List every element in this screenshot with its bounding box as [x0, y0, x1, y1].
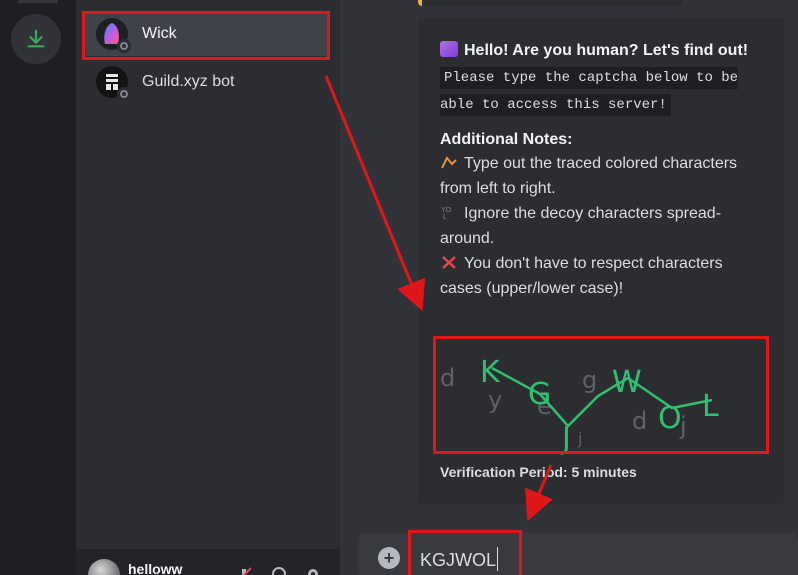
- rail-separator: [18, 0, 58, 3]
- decoy-letters-icon: YOL: [441, 207, 452, 220]
- dm-item-guild-xyz-bot[interactable]: Guild.xyz bot: [84, 60, 330, 104]
- settings-gear-icon[interactable]: [304, 565, 322, 575]
- download-apps-button[interactable]: [11, 14, 61, 64]
- guild-avatar: [96, 66, 131, 101]
- note-item: YO L Ignore the decoy characters spread-ar…: [440, 205, 722, 247]
- server-rail: [0, 0, 76, 575]
- note-item: Type out the traced colored characters f…: [440, 155, 738, 197]
- annotation-box-input: [408, 530, 522, 575]
- previous-embed: [418, 0, 682, 6]
- embed-title: Hello! Are you human? Let's find out!: [440, 38, 764, 63]
- annotation-box-wick: [82, 11, 330, 60]
- verification-period: Verification Period: 5 minutes: [440, 464, 637, 480]
- dm-name: Guild.xyz bot: [142, 73, 235, 90]
- chat-area: Hello! Are you human? Let's find out! Pl…: [340, 0, 798, 575]
- notes-heading: Additional Notes:: [440, 131, 573, 148]
- traced-path-icon: [441, 156, 457, 169]
- heart-letter-icon: [440, 41, 458, 57]
- note-item: You don't have to respect characters cas…: [440, 255, 723, 297]
- user-avatar[interactable]: [88, 559, 120, 575]
- annotation-box-captcha: [433, 336, 769, 454]
- svg-text:YO: YO: [441, 207, 452, 214]
- add-attachment-icon[interactable]: +: [378, 547, 400, 569]
- embed-code-block: Please type the captcha below to be able…: [440, 65, 764, 119]
- user-panel: helloww: [76, 549, 340, 575]
- headphones-icon[interactable]: [270, 565, 288, 575]
- cross-mark-icon: [442, 256, 456, 269]
- svg-text:L: L: [443, 214, 447, 220]
- offline-status-icon: [117, 87, 131, 101]
- mute-icon[interactable]: [236, 565, 254, 575]
- username: helloww: [128, 561, 183, 575]
- direct-messages-list: Wick Guild.xyz bot: [76, 0, 340, 575]
- download-icon: [27, 29, 45, 48]
